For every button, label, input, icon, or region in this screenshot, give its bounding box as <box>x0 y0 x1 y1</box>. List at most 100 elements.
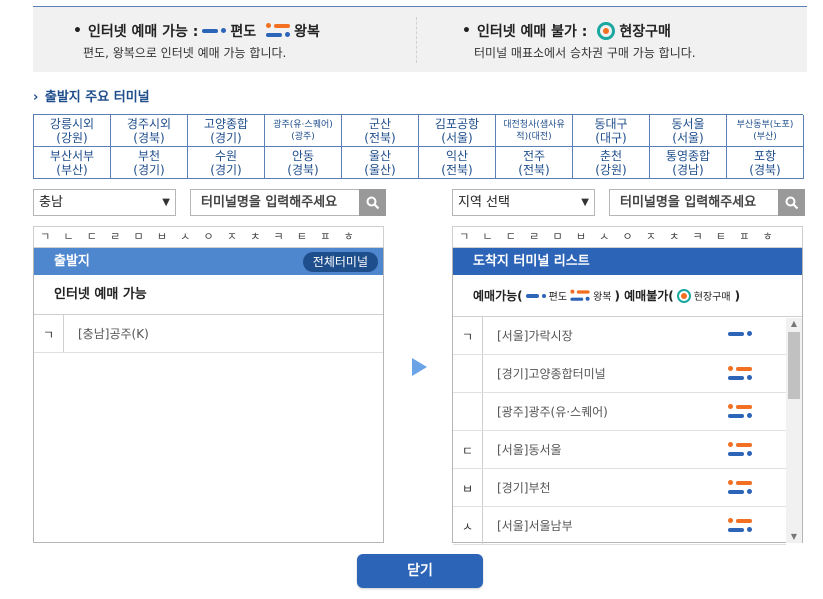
terminal-option[interactable]: [충남]공주(K) <box>64 315 383 352</box>
initial-filter-11[interactable]: ㅌ <box>710 227 734 247</box>
initial-filter-5[interactable]: ㅂ <box>151 227 175 247</box>
close-button[interactable]: 닫기 <box>357 554 483 588</box>
arrival-list: ㄱ [서울]가락시장 [경기]고양종합터미널 [광주]광주(유·스퀘어) ㄷ [서울]동서… <box>453 317 786 545</box>
all-terminals-button[interactable]: 전체터미널 <box>302 252 378 272</box>
initial-filter-5[interactable]: ㅂ <box>570 227 594 247</box>
terminal-cell[interactable]: 동대구 (대구) <box>573 115 650 147</box>
terminal-cell[interactable]: 광주(유·스퀘어) (광주) <box>265 115 342 147</box>
scroll-down-icon[interactable]: ▼ <box>786 531 802 543</box>
initial-filter-8[interactable]: ㅈ <box>640 227 664 247</box>
initial-label <box>453 393 483 430</box>
terminal-option[interactable]: [서울]서울남부 <box>483 507 786 544</box>
arrival-region-select[interactable]: 지역 선택 ▼ <box>452 189 595 216</box>
roundtrip-icon <box>728 479 752 497</box>
terminal-option[interactable]: [서울]가락시장 <box>483 317 786 354</box>
list-item: ㄱ [서울]가락시장 <box>453 317 786 355</box>
initial-filter-13[interactable]: ㅎ <box>337 227 361 247</box>
terminal-cell[interactable]: 부산서부 (부산) <box>34 147 111 179</box>
section-title: › 출발지 주요 터미널 <box>33 90 150 105</box>
terminal-option[interactable]: [경기]부천 <box>483 469 786 506</box>
roundtrip-icon <box>266 22 291 40</box>
initial-label: ㅅ <box>453 507 483 544</box>
oneway-icon <box>525 292 546 300</box>
initial-filter-12[interactable]: ㅍ <box>314 227 338 247</box>
initial-label: ㄱ <box>34 315 64 352</box>
terminal-option[interactable]: [서울]동서울 <box>483 431 786 468</box>
terminal-cell[interactable]: 춘천 (강원) <box>573 147 650 179</box>
initial-filter-3[interactable]: ㄹ <box>104 227 128 247</box>
search-icon <box>785 196 798 209</box>
initial-filter-6[interactable]: ㅅ <box>174 227 198 247</box>
arrival-panel: 도착지 터미널 리스트 예매가능( 편도 왕복 ) 예매불가( 현장구매 ) ㄱ… <box>452 248 803 545</box>
terminal-cell[interactable]: 대전청사(샘사유 적)(대전) <box>496 115 573 147</box>
terminal-region: (경기) <box>133 162 165 177</box>
initial-filter-7[interactable]: ㅇ <box>197 227 221 247</box>
unavailable-info: • 인터넷 예매 불가 : 현장구매 터미널 매표소에서 승차권 구매 가능 합… <box>416 17 807 63</box>
initial-filter-8[interactable]: ㅈ <box>221 227 245 247</box>
terminal-cell[interactable]: 군산 (전북) <box>342 115 419 147</box>
terminal-cell[interactable]: 김포공항 (서울) <box>419 115 496 147</box>
scroll-up-icon[interactable]: ▲ <box>786 318 802 330</box>
arrival-panel-header: 도착지 터미널 리스트 <box>453 248 802 275</box>
initial-filter-3[interactable]: ㄹ <box>523 227 547 247</box>
available-desc: 편도, 왕복으로 인터넷 예매 가능 합니다. <box>83 46 287 60</box>
terminal-name: 부천 <box>137 148 161 163</box>
oneway-icon <box>202 27 227 35</box>
terminal-option[interactable]: [광주]광주(유·스퀘어) <box>483 393 786 430</box>
initial-filter-2[interactable]: ㄷ <box>500 227 524 247</box>
terminal-cell[interactable]: 포항 (경북) <box>727 147 804 179</box>
arrival-search-input[interactable]: 터미널명을 입력해주세요 <box>609 189 779 216</box>
initial-filter-13[interactable]: ㅎ <box>756 227 780 247</box>
departure-search-button[interactable] <box>359 189 386 216</box>
terminal-region: (전북) <box>441 162 473 177</box>
initial-filter-12[interactable]: ㅍ <box>733 227 757 247</box>
terminal-cell[interactable]: 부천 (경기) <box>111 147 188 179</box>
terminal-name: 익산 <box>445 148 469 163</box>
arrival-search-button[interactable] <box>778 189 805 216</box>
terminal-cell[interactable]: 전주 (전북) <box>496 147 573 179</box>
departure-region-select[interactable]: 충남 ▼ <box>33 189 176 216</box>
initial-filter-10[interactable]: ㅋ <box>686 227 710 247</box>
initial-filter-2[interactable]: ㄷ <box>81 227 105 247</box>
terminal-cell[interactable]: 안동 (경북) <box>265 147 342 179</box>
initial-filter-11[interactable]: ㅌ <box>291 227 315 247</box>
terminal-cell[interactable]: 고양종합 (경기) <box>188 115 265 147</box>
chevron-down-icon: ▼ <box>581 197 589 208</box>
initial-filter-1[interactable]: ㄴ <box>476 227 500 247</box>
terminal-cell[interactable]: 울산 (울산) <box>342 147 419 179</box>
list-item: [경기]고양종합터미널 <box>453 355 786 393</box>
initial-filter-0[interactable]: ㄱ <box>453 227 477 247</box>
terminal-name: 동서울 <box>671 116 705 131</box>
initial-filter-6[interactable]: ㅅ <box>593 227 617 247</box>
initial-filter-4[interactable]: ㅁ <box>127 227 151 247</box>
initial-filter-4[interactable]: ㅁ <box>546 227 570 247</box>
scrollbar-thumb[interactable] <box>788 332 800 399</box>
major-terminals-grid: 강릉시외 (강원) 경주시외 (경북) 고양종합 (경기) 광주(유·스퀘어) (광주) 군산(… <box>33 114 804 179</box>
terminal-region: (대구) <box>595 130 627 145</box>
initial-filter-1[interactable]: ㄴ <box>57 227 81 247</box>
available-info: • 인터넷 예매 가능 : 편도 왕복 편도, 왕복으로 인터넷 예매 가능 합… <box>33 7 416 73</box>
initial-filter-10[interactable]: ㅋ <box>267 227 291 247</box>
terminal-cell[interactable]: 수원 (경기) <box>188 147 265 179</box>
initial-filter-9[interactable]: ㅊ <box>663 227 687 247</box>
round-label: 왕복 <box>294 24 320 40</box>
initial-filter-9[interactable]: ㅊ <box>244 227 268 247</box>
arrow-right-icon <box>412 358 427 376</box>
chevron-right-icon: › <box>33 90 39 105</box>
terminal-name: 김포공항 <box>434 116 480 131</box>
terminal-cell[interactable]: 통영종합 (경남) <box>650 147 727 179</box>
terminal-option[interactable]: [경기]고양종합터미널 <box>483 355 786 392</box>
terminal-cell[interactable]: 경주시외 (경북) <box>111 115 188 147</box>
list-item: ㅂ [경기]부천 <box>453 469 786 507</box>
arrival-list-scrollbar[interactable]: ▲ ▼ <box>786 318 802 543</box>
initial-filter-7[interactable]: ㅇ <box>616 227 640 247</box>
terminal-name: 군산 <box>368 116 392 131</box>
terminal-name: 강릉시외 <box>49 116 95 131</box>
initial-filter-0[interactable]: ㄱ <box>34 227 58 247</box>
departure-search-input[interactable]: 터미널명을 입력해주세요 <box>190 189 360 216</box>
terminal-cell[interactable]: 부산동부(노포) (부산) <box>727 115 804 147</box>
terminal-cell[interactable]: 강릉시외 (강원) <box>34 115 111 147</box>
terminal-cell[interactable]: 익산 (전북) <box>419 147 496 179</box>
terminal-cell[interactable]: 동서울 (서울) <box>650 115 727 147</box>
chevron-down-icon: ▼ <box>162 197 170 208</box>
